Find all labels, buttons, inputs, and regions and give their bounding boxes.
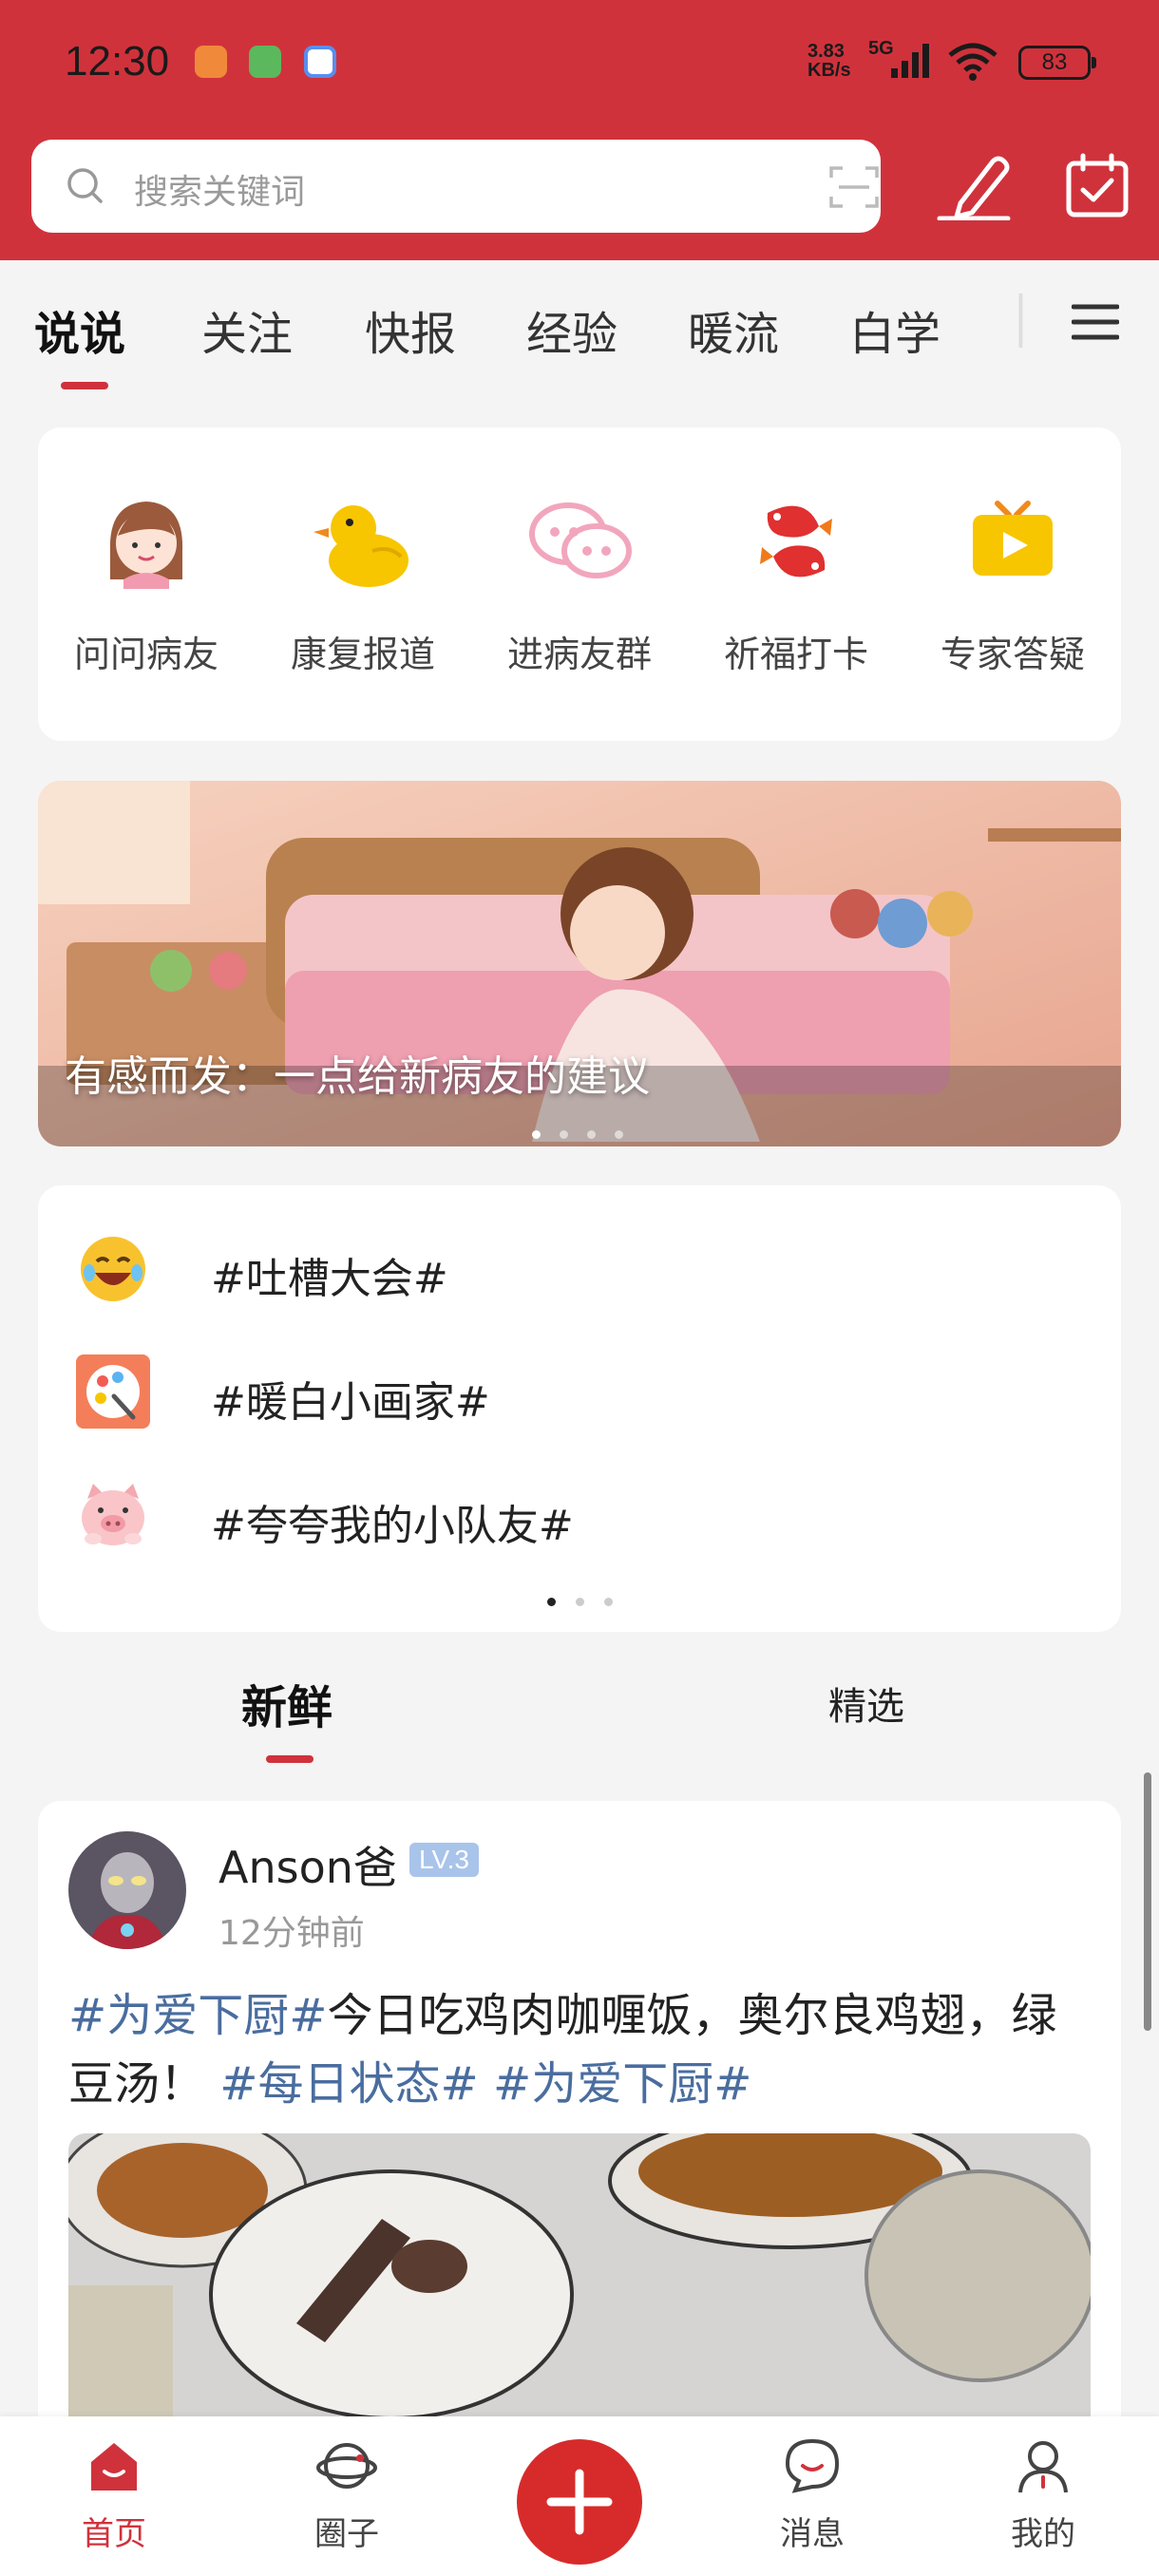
search-input[interactable]: 搜索关键词 [31, 140, 881, 233]
banner-page-dots [532, 1125, 642, 1143]
tab-baixue[interactable]: 白学 [849, 296, 940, 363]
page-dot [576, 1598, 584, 1606]
post-text[interactable]: #为爱下厨#今日吃鸡肉咖喱饭，奥尔良鸡翅，绿豆汤！ #每日状态# #为爱下厨# [68, 1981, 1094, 2118]
tab-nuanliu[interactable]: 暖流 [688, 296, 779, 363]
nav-label: 首页 [82, 2515, 146, 2553]
pen-icon[interactable] [936, 152, 1012, 220]
user-level-badge: LV.3 [409, 1843, 479, 1877]
hot-topics-card: #吐槽大会# #暖白小画家# #夸夸我的小队友# [38, 1185, 1121, 1632]
page-dot [532, 1130, 541, 1139]
battery-indicator: 83 [1018, 46, 1096, 80]
post-time: 12分钟前 [218, 1914, 365, 1953]
home-icon [91, 2443, 137, 2491]
quick-action-label: 祈福打卡 [723, 634, 868, 675]
tv-play-icon [973, 501, 1053, 576]
nav-messages[interactable]: 消息 [755, 2435, 869, 2554]
pig-face-icon [82, 1484, 144, 1545]
wifi-icon [948, 43, 998, 81]
topic-label: #夸夸我的小队友# [211, 1502, 574, 1550]
topic-label: #暖白小画家# [211, 1378, 490, 1427]
banner-carousel[interactable]: 有感而发：一点给新病友的建议 [38, 781, 1121, 1146]
post-hashtag[interactable]: #每日状态# [219, 2057, 478, 2111]
network-speed-text: 3.83 KB/s [808, 41, 851, 81]
network-speed: 3.83 KB/s [808, 42, 851, 80]
nav-label: 我的 [1011, 2515, 1075, 2553]
menu-icon[interactable] [1072, 302, 1119, 342]
chat-bubbles-icon [529, 502, 632, 578]
category-tabs: 说说 关注 快报 经验 暖流 白学 │ [0, 260, 1159, 393]
banner-caption: 有感而发：一点给新病友的建议 [65, 1052, 650, 1101]
nav-mine[interactable]: 我的 [986, 2435, 1100, 2554]
post-username[interactable]: Anson爸 [218, 1833, 397, 1896]
app-notification-icon [195, 46, 227, 78]
topic-label: #吐槽大会# [211, 1255, 448, 1303]
post-hashtag[interactable]: #为爱下厨# [68, 1989, 327, 2042]
plus-icon [546, 2469, 613, 2535]
page-dot [587, 1130, 596, 1139]
quick-action-ask[interactable]: 问问病友 [51, 484, 241, 677]
user-icon [1018, 2441, 1068, 2493]
quick-action-label: 问问病友 [73, 634, 218, 675]
tab-active-indicator [61, 382, 108, 389]
tab-fresh[interactable]: 新鲜 [241, 1670, 332, 1736]
rubber-duck-icon [314, 505, 408, 587]
page-dot [615, 1130, 623, 1139]
quick-action-label: 专家答疑 [940, 634, 1085, 675]
post-hashtag[interactable]: #为爱下厨# [493, 2057, 751, 2111]
feed-tab-indicator [266, 1755, 314, 1763]
signal-icon [891, 44, 929, 78]
quick-action-group[interactable]: 进病友群 [484, 484, 674, 677]
girl-avatar-icon [109, 502, 183, 589]
avatar-image [68, 1831, 186, 1949]
page-dot [604, 1598, 613, 1606]
topic-page-dots [547, 1592, 633, 1610]
tab-kuaibao[interactable]: 快报 [365, 296, 456, 363]
android-notification-icon [249, 46, 281, 78]
quick-actions-card: 问问病友 康复报道 进病友群 祈福打卡 专家答疑 [38, 427, 1121, 741]
quick-action-label: 进病友群 [506, 634, 652, 675]
quick-action-expert[interactable]: 专家答疑 [918, 484, 1108, 677]
message-icon [785, 2438, 840, 2493]
page-dot [547, 1598, 556, 1606]
tab-shuoshuo[interactable]: 说说 [34, 296, 125, 363]
scan-icon[interactable] [829, 164, 879, 210]
quick-action-blessing[interactable]: 祈福打卡 [701, 484, 891, 677]
header-bar: 12:30 3.83 KB/s 5G 83 搜索关键词 [0, 0, 1159, 260]
scrollbar[interactable] [1144, 1772, 1151, 2031]
nav-home[interactable]: 首页 [57, 2435, 171, 2554]
page-dot [560, 1130, 568, 1139]
feed-tabs: 新鲜 精选 [0, 1653, 1159, 1767]
quick-action-label: 康复报道 [290, 634, 435, 675]
status-bar: 12:30 3.83 KB/s 5G 83 [0, 0, 1159, 128]
tab-jingyan[interactable]: 经验 [526, 296, 618, 363]
tab-overflow-fade: │ [1007, 294, 1035, 348]
planet-icon [316, 2443, 377, 2489]
quick-action-recovery[interactable]: 康复报道 [268, 484, 458, 677]
palette-icon [76, 1354, 150, 1429]
browser-notification-icon [304, 46, 336, 78]
add-post-button[interactable] [517, 2439, 642, 2565]
calendar-check-icon[interactable] [1064, 152, 1130, 218]
nav-label: 消息 [780, 2515, 845, 2553]
avatar[interactable] [68, 1831, 186, 1949]
tab-featured[interactable]: 精选 [828, 1676, 904, 1731]
nav-label: 圈子 [314, 2515, 379, 2553]
status-time: 12:30 [65, 38, 170, 85]
tab-guanzhu[interactable]: 关注 [201, 296, 293, 363]
search-placeholder: 搜索关键词 [134, 173, 306, 212]
laughing-emoji-icon [81, 1237, 145, 1301]
search-icon [67, 168, 103, 203]
koi-fish-icon [760, 505, 832, 578]
nav-circle[interactable]: 圈子 [290, 2435, 404, 2554]
